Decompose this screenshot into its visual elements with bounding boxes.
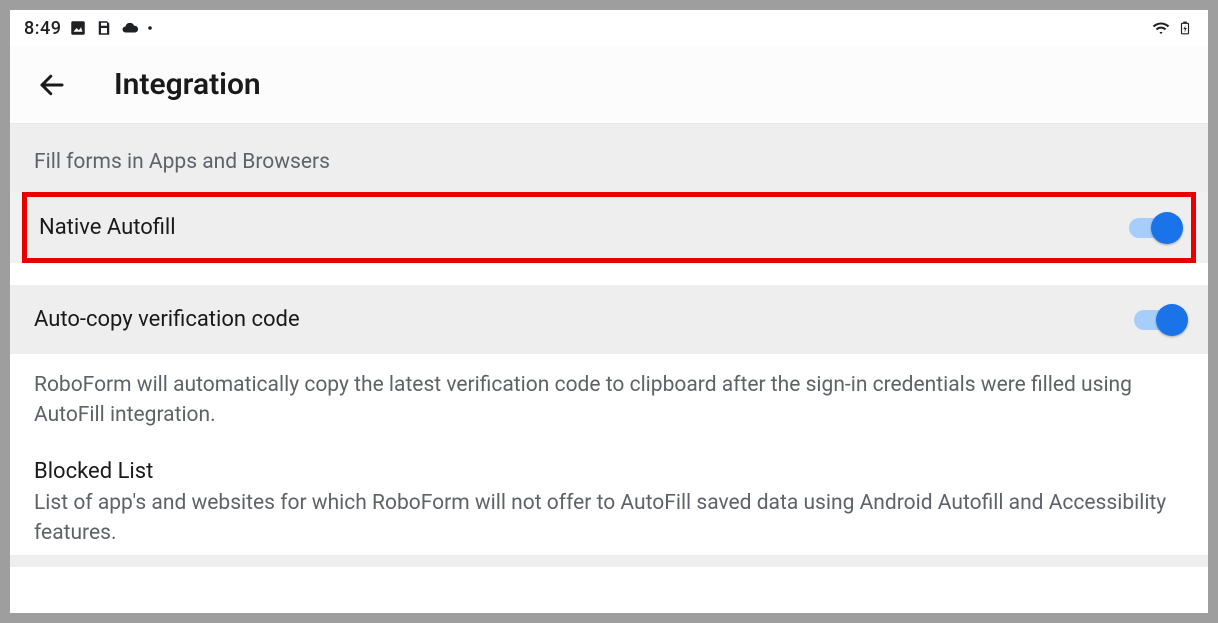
page-title: Integration [114, 67, 261, 102]
battery-icon [1176, 19, 1194, 37]
autocopy-label: Auto-copy verification code [34, 307, 300, 332]
setting-row-native-autofill[interactable]: Native Autofill [22, 192, 1196, 263]
setting-row-autocopy[interactable]: Auto-copy verification code [10, 285, 1208, 354]
status-time: 8:49 [24, 18, 61, 39]
section-header-fillforms: Fill forms in Apps and Browsers [10, 124, 1208, 192]
wifi-icon [1152, 19, 1170, 37]
dot-icon [147, 19, 153, 37]
bottom-strip [10, 555, 1208, 567]
autocopy-toggle[interactable] [1134, 310, 1184, 330]
divider [10, 263, 1208, 285]
status-bar: 8:49 [10, 10, 1208, 46]
device-frame: 8:49 Integration [10, 10, 1208, 613]
back-button[interactable] [30, 63, 74, 107]
native-autofill-toggle[interactable] [1129, 218, 1179, 238]
image-icon [69, 19, 87, 37]
save-icon [95, 19, 113, 37]
status-right [1152, 19, 1194, 37]
cloud-icon [121, 19, 139, 37]
status-left: 8:49 [24, 18, 153, 39]
autocopy-description: RoboForm will automatically copy the lat… [10, 354, 1208, 451]
arrow-left-icon [37, 70, 67, 100]
native-autofill-label: Native Autofill [39, 215, 176, 240]
blocked-list-desc: List of app's and websites for which Rob… [34, 488, 1184, 549]
toggle-thumb-icon [1151, 212, 1183, 244]
settings-content: Fill forms in Apps and Browsers Native A… [10, 124, 1208, 567]
toggle-thumb-icon [1156, 304, 1188, 336]
app-bar: Integration [10, 46, 1208, 124]
setting-row-blocked-list[interactable]: Blocked List List of app's and websites … [10, 451, 1208, 555]
blocked-list-title: Blocked List [34, 459, 1184, 484]
